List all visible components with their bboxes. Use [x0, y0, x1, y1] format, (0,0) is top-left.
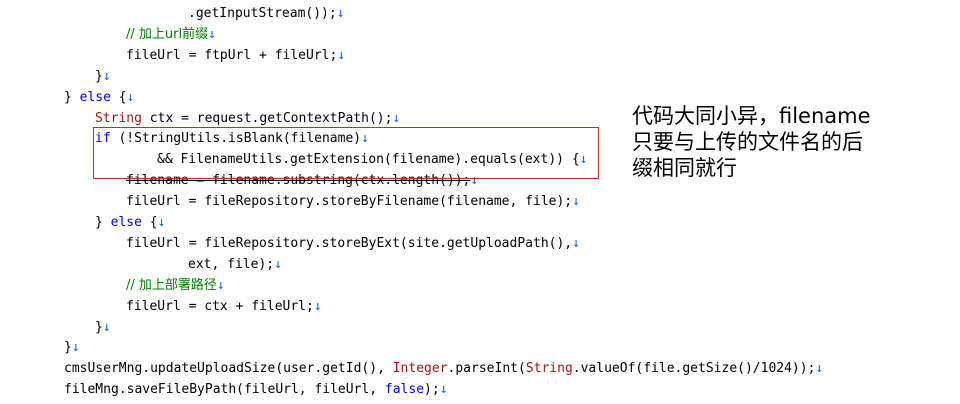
code-token: fileUrl = fileRepository.storeByFilename…	[126, 194, 573, 210]
line-break-mark: ↓	[815, 361, 824, 377]
code-line: ext, file);↓	[188, 255, 282, 275]
code-token: cmsUserMng.updateUploadSize(user.getId()…	[64, 361, 393, 377]
code-token: ext, file);	[188, 256, 275, 272]
code-token: .getInputStream());	[188, 6, 337, 21]
annotation-note: 代码大同小异，filename 只要与上传的文件名的后 缀相同就行	[632, 103, 942, 181]
code-line: }↓	[64, 338, 80, 358]
code-token: // 加上url前缀	[126, 26, 209, 42]
code-token: );	[424, 382, 440, 398]
code-token: false	[384, 382, 425, 398]
code-line: fileUrl = fileRepository.storeByFilename…	[126, 192, 580, 212]
code-token: fileUrl = ftpUrl + fileUrl;	[126, 47, 338, 63]
code-line: cmsUserMng.updateUploadSize(user.getId()…	[64, 359, 823, 379]
code-line: // 加上url前缀↓	[126, 25, 216, 45]
code-token: }	[95, 215, 111, 230]
line-break-mark: ↓	[337, 47, 346, 63]
annotation-line: 只要与上传的文件名的后	[632, 130, 863, 154]
line-break-mark: ↓	[313, 298, 322, 314]
code-line: }↓	[95, 318, 111, 338]
line-break-mark: ↓	[572, 194, 580, 210]
code-line: fileUrl = fileRepository.storeByExt(site…	[126, 234, 580, 254]
code-line: // 加上部署路径↓	[126, 276, 225, 296]
line-break-mark: ↓	[102, 319, 111, 335]
code-token: }	[64, 340, 72, 356]
code-line: .getInputStream());↓	[188, 4, 345, 24]
annotation-line: 缀相同就行	[632, 156, 737, 180]
line-break-mark: ↓	[274, 256, 282, 272]
code-line: fileUrl = ftpUrl + fileUrl;↓	[126, 46, 345, 66]
code-token: fileUrl = fileRepository.storeByExt(site…	[126, 235, 573, 251]
code-token: String	[95, 110, 142, 126]
code-token: Integer	[392, 361, 448, 377]
code-line: } else {↓	[95, 213, 165, 233]
screenshot-canvas: .getInputStream());↓// 加上url前缀↓ fileUrl =…	[0, 0, 960, 404]
line-break-mark: ↓	[157, 215, 166, 230]
code-token: else	[79, 89, 111, 105]
code-token: else	[110, 215, 142, 230]
code-token: fileMng.saveFileByPath(fileUrl, fileUrl,	[64, 382, 385, 398]
code-token: {	[141, 215, 158, 230]
line-break-mark: ↓	[102, 68, 111, 84]
line-break-mark: ↓	[392, 110, 401, 126]
code-token: .valueOf(file.getSize()/1024));	[572, 361, 816, 377]
annotation-line: 代码大同小异，filename	[632, 104, 871, 128]
line-break-mark: ↓	[126, 89, 135, 105]
highlight-box	[93, 127, 599, 179]
code-line: fileMng.saveFileByPath(fileUrl, fileUrl,…	[64, 380, 448, 400]
code-token: }	[95, 319, 103, 335]
code-token: fileUrl = ctx + fileUrl;	[126, 298, 314, 314]
code-token: {	[110, 89, 127, 105]
code-token: }	[95, 68, 103, 84]
line-break-mark: ↓	[439, 382, 448, 398]
line-break-mark: ↓	[572, 235, 580, 251]
code-line: String ctx = request.getContextPath();↓	[95, 109, 400, 129]
code-token: ctx = request.getContextPath();	[141, 110, 393, 126]
code-token: // 加上部署路径	[126, 277, 217, 293]
code-token: }	[64, 89, 80, 105]
code-line: }↓	[95, 67, 111, 87]
code-line: } else {↓	[64, 88, 134, 108]
code-line: fileUrl = ctx + fileUrl;↓	[126, 297, 322, 317]
line-break-mark: ↓	[71, 340, 80, 356]
line-break-mark: ↓	[216, 277, 225, 293]
code-token: String	[525, 361, 573, 377]
code-token: .parseInt(	[447, 361, 526, 377]
line-break-mark: ↓	[208, 26, 216, 42]
line-break-mark: ↓	[336, 6, 345, 21]
